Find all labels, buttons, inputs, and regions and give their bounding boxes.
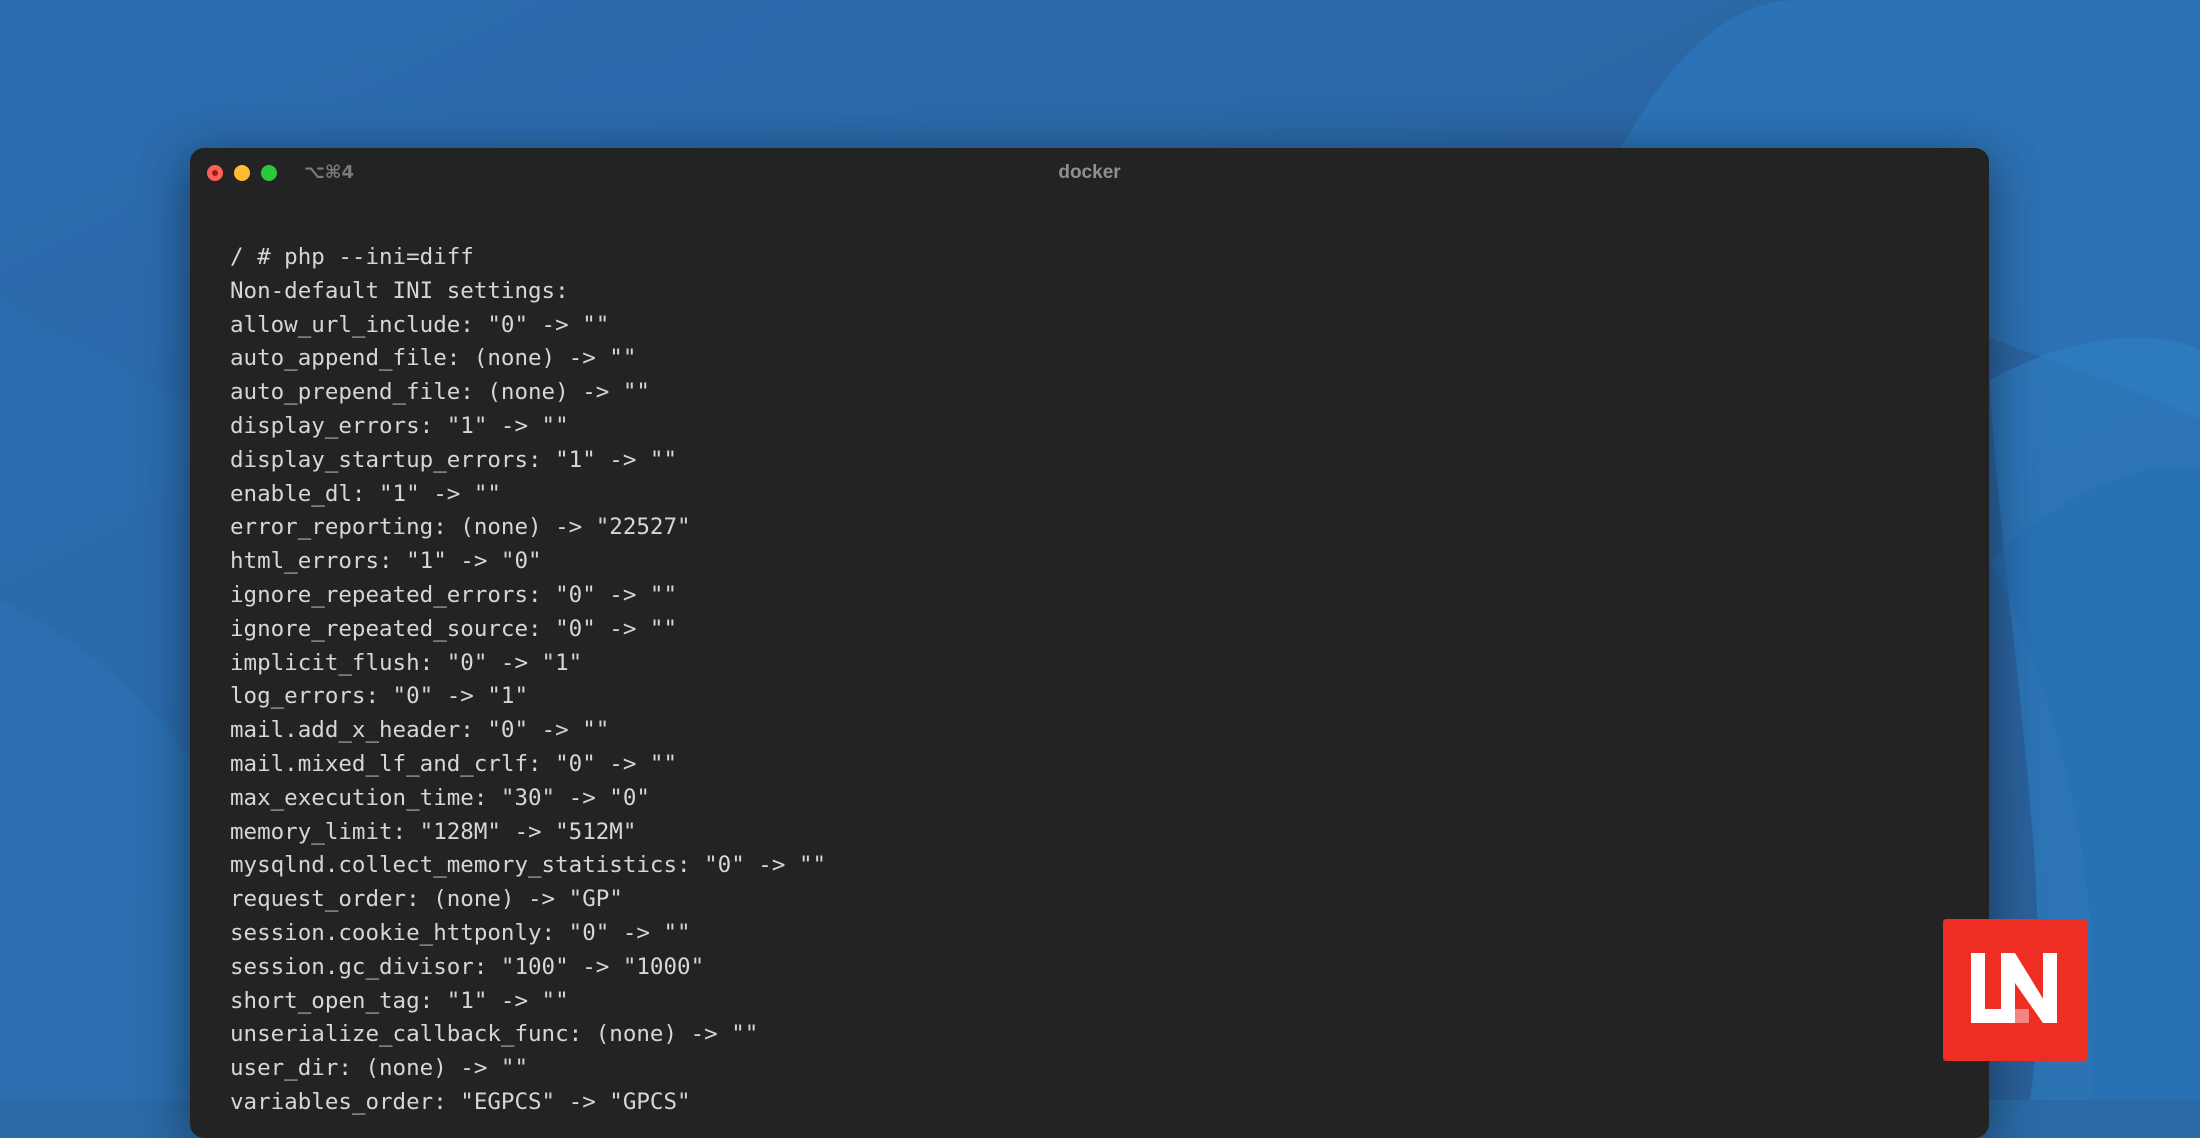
terminal-line: / # php --ini=diff: [230, 244, 474, 270]
terminal-line: display_startup_errors: "1" -> "": [230, 446, 678, 473]
terminal-line: max_execution_time: "30" -> "0": [230, 784, 650, 811]
terminal-line: mail.mixed_lf_and_crlf: "0" -> "": [230, 750, 678, 777]
terminal-line: allow_url_include: "0" -> "": [230, 311, 610, 338]
terminal-line: user_dir: (none) -> "": [230, 1055, 529, 1082]
terminal-line: unserialize_callback_func: (none) -> "": [230, 1021, 759, 1048]
terminal-line: html_errors: "1" -> "0": [230, 548, 542, 575]
terminal-line: variables_order: "EGPCS" -> "GPCS": [230, 1088, 691, 1115]
terminal-line: memory_limit: "128M" -> "512M": [230, 818, 637, 845]
terminal-window[interactable]: ⌥⌘4 docker / # php --ini=diff Non-default…: [190, 148, 1989, 1138]
terminal-line: session.cookie_httponly: "0" -> "": [230, 919, 691, 946]
terminal-line: auto_append_file: (none) -> "": [230, 345, 637, 372]
window-title: docker: [1058, 162, 1121, 183]
title-bar[interactable]: ⌥⌘4 docker: [190, 148, 1989, 198]
laravel-news-logo-icon: [1943, 919, 2087, 1061]
terminal-line: ignore_repeated_errors: "0" -> "": [230, 581, 678, 608]
terminal-line: ignore_repeated_source: "0" -> "": [230, 615, 678, 642]
terminal-line: error_reporting: (none) -> "22527": [230, 514, 691, 541]
terminal-line: mysqlnd.collect_memory_statistics: "0" -…: [230, 852, 827, 879]
terminal-line: enable_dl: "1" -> "": [230, 480, 501, 507]
terminal-line: mail.add_x_header: "0" -> "": [230, 717, 610, 744]
terminal-line: Non-default INI settings:: [230, 277, 569, 304]
terminal-line: implicit_flush: "0" -> "1": [230, 649, 583, 676]
terminal-line: log_errors: "0" -> "1": [230, 683, 529, 710]
terminal-line: auto_prepend_file: (none) -> "": [230, 379, 650, 406]
terminal-line: short_open_tag: "1" -> "": [230, 987, 569, 1014]
terminal-line: request_order: (none) -> "GP": [230, 886, 623, 913]
terminal-line: display_errors: "1" -> "": [230, 412, 569, 439]
terminal-output[interactable]: / # php --ini=diff Non-default INI settin…: [230, 241, 1969, 1120]
terminal-line: session.gc_divisor: "100" -> "1000": [230, 953, 705, 980]
